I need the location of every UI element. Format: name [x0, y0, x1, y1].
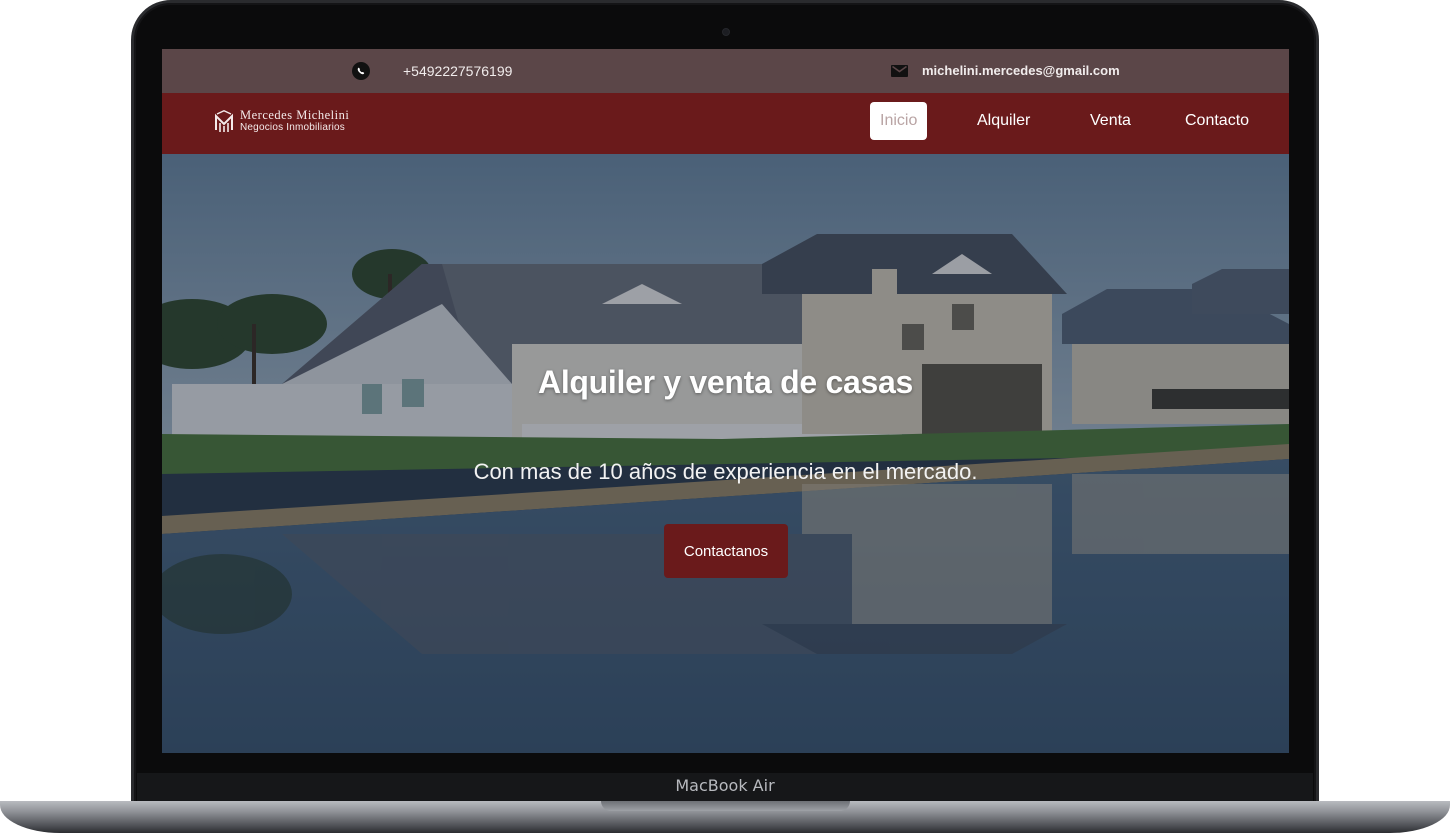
- nav-item-inicio[interactable]: Inicio: [870, 102, 928, 140]
- brand-logo[interactable]: Mercedes Michelini Negocios Inmobiliario…: [214, 109, 349, 134]
- camera-icon: [722, 28, 730, 36]
- whatsapp-icon[interactable]: [352, 62, 370, 80]
- nav-item-venta[interactable]: Venta: [1090, 102, 1131, 140]
- brand-text: Mercedes Michelini Negocios Inmobiliario…: [240, 108, 350, 134]
- main-navbar: Mercedes Michelini Negocios Inmobiliario…: [162, 93, 1289, 154]
- brand-subtitle: Negocios Inmobiliarios: [240, 122, 346, 133]
- phone-number[interactable]: +5492227576199: [403, 63, 512, 79]
- hero-subtitle: Con mas de 10 años de experiencia en el …: [473, 459, 978, 484]
- hero-overlay: [162, 154, 1289, 753]
- hero-title: Alquiler y venta de casas: [538, 364, 913, 400]
- nav-item-alquiler[interactable]: Alquiler: [977, 102, 1030, 140]
- email-address[interactable]: michelini.mercedes@gmail.com: [922, 63, 1120, 78]
- laptop-screen: +5492227576199 michelini.mercedes@gmail.…: [162, 49, 1289, 753]
- device-label: MacBook Air: [675, 776, 775, 795]
- logo-mark-icon: [215, 110, 233, 132]
- mail-icon: [891, 65, 908, 77]
- brand-name: Mercedes Michelini: [240, 108, 350, 122]
- laptop-notch: [601, 801, 850, 811]
- nav-item-contacto[interactable]: Contacto: [1185, 102, 1249, 140]
- contact-button[interactable]: Contactanos: [664, 524, 788, 578]
- hero-section: Alquiler y venta de casas Con mas de 10 …: [162, 154, 1289, 753]
- contact-bar: +5492227576199 michelini.mercedes@gmail.…: [162, 49, 1289, 93]
